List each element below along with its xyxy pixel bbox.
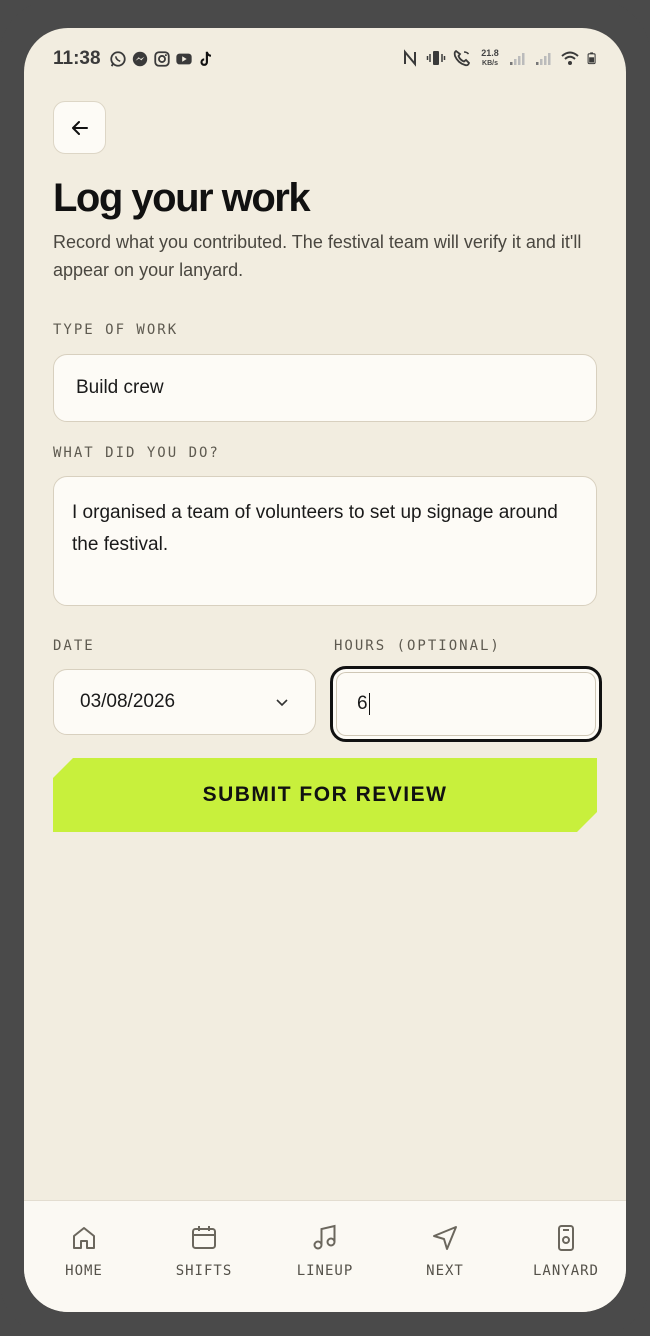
vibrate-icon — [426, 51, 446, 65]
nav-item-lineup[interactable]: LINEUP — [265, 1223, 385, 1279]
back-button[interactable] — [53, 101, 106, 154]
date-select[interactable]: 03/08/2026 — [53, 669, 316, 735]
home-icon — [73, 1227, 95, 1249]
system-status-icons: 21.8 KB/s — [400, 48, 600, 68]
bottom-navigation: HOME SHIFTS LINEUP NEXT LANYARD — [24, 1200, 626, 1312]
instagram-icon — [154, 51, 170, 67]
tiktok-icon — [200, 51, 212, 66]
date-value: 03/08/2026 — [80, 691, 176, 712]
status-time: 11:38 — [53, 48, 101, 69]
hours-label: HOURS (OPTIONAL) — [334, 638, 501, 654]
nav-item-next[interactable]: NEXT — [385, 1223, 505, 1279]
network-speed-unit: KB/s — [482, 59, 498, 67]
nav-label-next: NEXT — [426, 1263, 464, 1279]
description-textarea[interactable]: I organised a team of volunteers to set … — [53, 476, 597, 606]
navigation-arrow-icon — [433, 1226, 457, 1250]
whatsapp-icon — [110, 51, 126, 67]
nav-item-home[interactable]: HOME — [24, 1223, 144, 1279]
type-of-work-input[interactable]: Build crew — [53, 354, 597, 422]
battery-icon — [587, 52, 596, 65]
type-of-work-label: TYPE OF WORK — [53, 322, 179, 338]
nav-item-shifts[interactable]: SHIFTS — [144, 1223, 264, 1279]
nav-item-lanyard[interactable]: LANYARD — [506, 1223, 626, 1279]
music-note-icon — [313, 1224, 336, 1250]
type-of-work-value: Build crew — [76, 377, 164, 398]
badge-icon — [558, 1225, 574, 1251]
description-value: I organised a team of volunteers to set … — [72, 502, 558, 555]
signal-strength-2-icon — [536, 53, 551, 65]
notification-icons — [109, 50, 215, 68]
wifi-icon — [561, 51, 579, 65]
calendar-icon — [192, 1226, 216, 1249]
page-title: Log your work — [53, 176, 311, 220]
nfc-icon — [404, 49, 416, 67]
network-speed-value: 21.8 — [481, 47, 499, 58]
device-frame: 11:38 21.8 KB/s Log your work Record wha… — [0, 0, 650, 1336]
nav-label-lineup: LINEUP — [296, 1263, 354, 1279]
messenger-icon — [132, 51, 148, 67]
description-label: WHAT DID YOU DO? — [53, 445, 220, 461]
text-caret — [368, 693, 371, 715]
arrow-left-icon — [71, 120, 88, 135]
hours-value: 6 — [357, 693, 368, 714]
nav-label-lanyard: LANYARD — [532, 1263, 599, 1279]
signal-strength-icon — [510, 53, 525, 65]
nav-label-home: HOME — [65, 1263, 103, 1279]
youtube-icon — [176, 53, 192, 65]
wifi-call-icon — [453, 49, 471, 67]
hours-input[interactable]: 6 — [330, 666, 602, 742]
app-screen: 11:38 21.8 KB/s Log your work Record wha… — [24, 28, 626, 1312]
network-speed: 21.8 KB/s — [478, 47, 502, 68]
page-subtitle: Record what you contributed. The festiva… — [53, 232, 582, 280]
date-label: DATE — [53, 638, 95, 654]
status-bar: 11:38 21.8 KB/s — [24, 28, 626, 90]
nav-label-shifts: SHIFTS — [175, 1263, 233, 1279]
chevron-down-icon — [276, 699, 288, 707]
submit-for-review-button[interactable]: SUBMIT FOR REVIEW — [53, 758, 597, 832]
